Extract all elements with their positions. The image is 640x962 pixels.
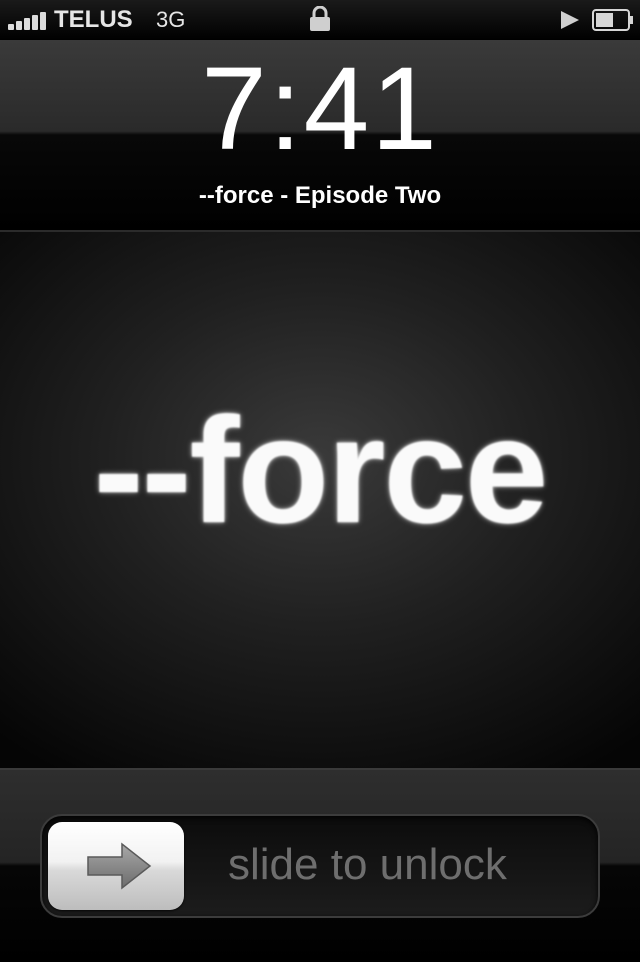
artwork-title: --force — [93, 386, 549, 554]
carrier-name: TELUS — [54, 6, 133, 33]
clock-panel: 7:41 --force - Episode Two — [0, 40, 640, 232]
network-type: 3G — [156, 7, 186, 32]
unlock-slider[interactable]: slide to unlock — [40, 814, 600, 918]
unlock-panel: slide to unlock — [0, 768, 640, 962]
status-bar: TELUS 3G — [0, 0, 640, 40]
slider-knob[interactable] — [48, 822, 184, 910]
now-playing-title: --force - Episode Two — [198, 182, 442, 209]
slide-to-unlock-label: slide to unlock — [228, 840, 507, 889]
play-icon — [561, 11, 579, 29]
battery-icon — [592, 9, 633, 31]
album-artwork: --force — [0, 232, 640, 768]
lock-icon — [310, 6, 330, 31]
clock-time: 7:41 — [201, 43, 439, 175]
arrow-right-icon — [87, 842, 152, 890]
signal-icon — [8, 10, 48, 30]
